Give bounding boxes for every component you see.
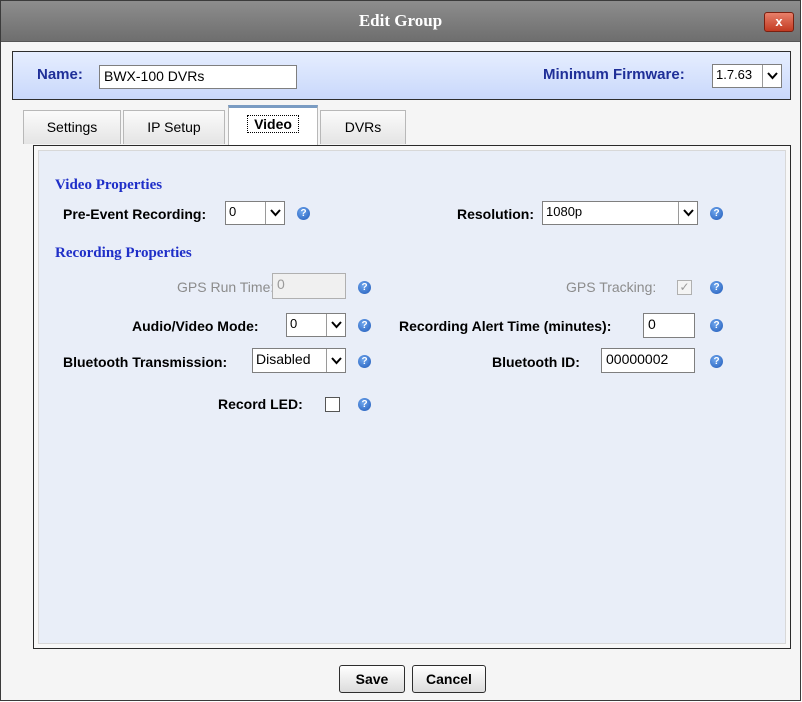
video-properties-heading: Video Properties [55, 177, 163, 193]
close-icon: x [775, 14, 783, 29]
record-led-label: Record LED: [218, 396, 303, 412]
help-icon[interactable]: ? [358, 398, 371, 411]
help-icon[interactable]: ? [297, 207, 310, 220]
gps-run-time-label: GPS Run Time: [177, 279, 275, 295]
close-button[interactable]: x [764, 12, 794, 32]
tab-ip-setup-label: IP Setup [147, 119, 201, 135]
tab-video[interactable]: Video [228, 105, 318, 145]
resolution-value: 1080p [546, 204, 583, 219]
cancel-button[interactable]: Cancel [412, 665, 486, 693]
alert-time-label: Recording Alert Time (minutes): [399, 318, 612, 334]
chevron-down-icon[interactable] [326, 314, 345, 336]
bt-transmission-select[interactable]: Disabled [252, 348, 346, 373]
av-mode-value: 0 [290, 316, 298, 331]
pre-event-label: Pre-Event Recording: [63, 206, 207, 222]
bt-transmission-label: Bluetooth Transmission: [63, 354, 228, 370]
chevron-down-icon[interactable] [326, 349, 345, 372]
pre-event-select[interactable]: 0 [225, 201, 285, 225]
help-icon[interactable]: ? [710, 319, 723, 332]
recording-properties-heading: Recording Properties [55, 245, 192, 261]
help-icon[interactable]: ? [710, 207, 723, 220]
bt-id-label: Bluetooth ID: [492, 354, 580, 370]
av-mode-select[interactable]: 0 [286, 313, 346, 337]
bt-transmission-value: Disabled [256, 351, 311, 367]
av-mode-label: Audio/Video Mode: [132, 318, 259, 334]
gps-tracking-checkbox[interactable]: ✓ [677, 280, 692, 295]
alert-time-input[interactable]: 0 [643, 313, 695, 338]
firmware-value: 1.7.63 [716, 67, 753, 82]
resolution-select[interactable]: 1080p [542, 201, 698, 225]
tab-settings-label: Settings [46, 119, 98, 135]
name-input[interactable]: BWX-100 DVRs [99, 65, 297, 89]
resolution-label: Resolution: [457, 206, 534, 222]
help-icon[interactable]: ? [358, 319, 371, 332]
tab-dvrs-label: DVRs [344, 119, 382, 135]
title-bar[interactable]: Edit Group x [1, 1, 800, 42]
chevron-down-icon[interactable] [678, 202, 697, 224]
tab-dvrs[interactable]: DVRs [320, 110, 406, 144]
gps-tracking-label: GPS Tracking: [566, 279, 657, 295]
firmware-label: Minimum Firmware: [543, 66, 685, 83]
help-icon[interactable]: ? [358, 355, 371, 368]
group-header: Name: BWX-100 DVRs Minimum Firmware: 1.7… [12, 51, 791, 100]
tab-settings[interactable]: Settings [23, 110, 121, 144]
bt-id-input[interactable]: 00000002 [601, 348, 695, 373]
save-button[interactable]: Save [339, 665, 405, 693]
pre-event-value: 0 [229, 204, 237, 219]
tab-ip-setup[interactable]: IP Setup [123, 110, 225, 144]
help-icon[interactable]: ? [710, 355, 723, 368]
gps-run-time-input[interactable]: 0 [272, 273, 346, 299]
chevron-down-icon[interactable] [265, 202, 284, 224]
help-icon[interactable]: ? [710, 281, 723, 294]
help-icon[interactable]: ? [358, 281, 371, 294]
chevron-down-icon[interactable] [762, 65, 781, 87]
edit-group-dialog: Edit Group x Name: BWX-100 DVRs Minimum … [0, 0, 801, 701]
name-label: Name: [37, 66, 83, 83]
record-led-checkbox[interactable] [325, 397, 340, 412]
dialog-title: Edit Group [358, 11, 443, 30]
tab-video-label: Video [247, 115, 299, 133]
firmware-select[interactable]: 1.7.63 [712, 64, 782, 88]
